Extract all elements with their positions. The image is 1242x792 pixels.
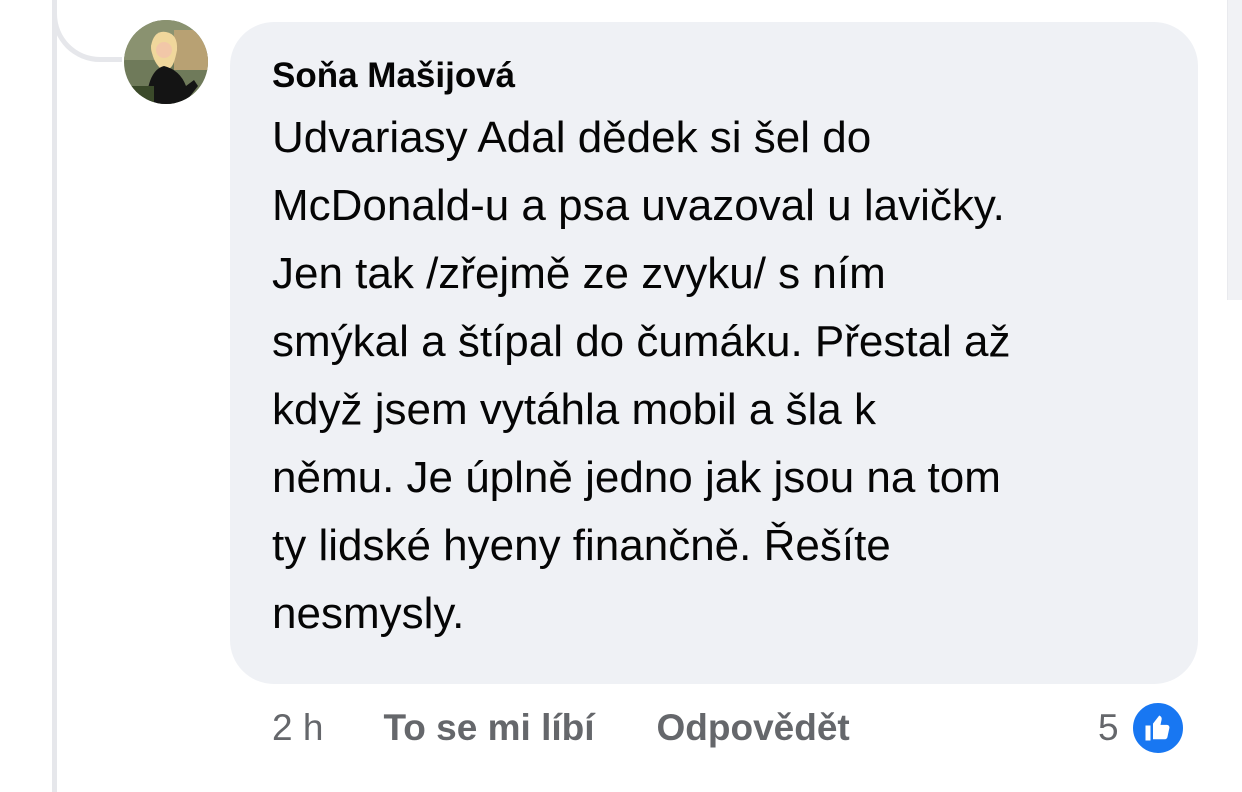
comment-timestamp[interactable]: 2 h xyxy=(272,707,323,749)
comment-author[interactable]: Soňa Mašijová xyxy=(272,50,1158,102)
comment-actions: 2 h To se mi líbí Odpovědět xyxy=(272,702,850,754)
thread-connector xyxy=(52,0,122,62)
avatar[interactable] xyxy=(124,20,208,104)
reaction-summary[interactable]: 5 xyxy=(1098,700,1185,756)
reaction-count: 5 xyxy=(1098,707,1119,748)
reply-button[interactable]: Odpovědět xyxy=(657,707,850,749)
thumbs-up-icon xyxy=(1130,701,1185,755)
comment-bubble: Soňa Mašijová Udvariasy Adal dědek si še… xyxy=(230,22,1198,684)
thread-line xyxy=(52,0,57,792)
comment-text: Udvariasy Adal dědek si šel do McDonald-… xyxy=(272,113,1011,638)
scrollbar-edge xyxy=(1227,0,1242,300)
like-button[interactable]: To se mi líbí xyxy=(383,707,594,749)
